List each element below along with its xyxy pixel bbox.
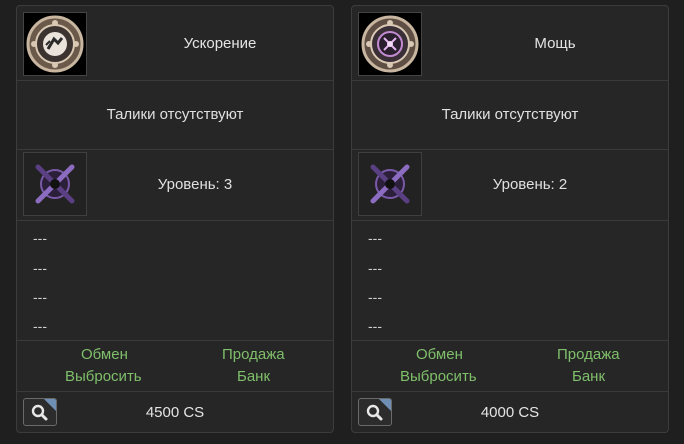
talisman-status: Талики отсутствуют [441, 106, 579, 123]
stat-line: --- [368, 230, 382, 246]
stat-line: --- [33, 289, 47, 305]
skill-name: Ускорение [183, 34, 257, 52]
bank-link[interactable]: Банк [572, 368, 605, 385]
level-text: Уровень: 3 [157, 176, 233, 193]
bank-link[interactable]: Банк [237, 368, 270, 385]
exchange-link[interactable]: Обмен [416, 346, 463, 363]
skill-card-speed: Ускорение Талики отсутствуют Уровень: 3 … [16, 5, 334, 433]
exchange-link[interactable]: Обмен [81, 346, 128, 363]
stats-list: --- --- --- --- [17, 220, 333, 341]
discard-link[interactable]: Выбросить [400, 368, 477, 385]
stat-line: --- [368, 260, 382, 276]
level-text: Уровень: 2 [492, 176, 568, 193]
price-label: 4500 CS [145, 403, 205, 421]
talisman-row: Талики отсутствуют [352, 80, 668, 150]
card-footer: 4500 CS [17, 391, 333, 433]
level-row: Уровень: 2 [352, 149, 668, 221]
skill-name: Мощь [534, 34, 576, 52]
stat-line: --- [33, 230, 47, 246]
power-seal-icon[interactable] [358, 12, 422, 76]
sell-link[interactable]: Продажа [222, 346, 285, 363]
sell-link[interactable]: Продажа [557, 346, 620, 363]
actions-row: Обмен Продажа Выбросить Банк [17, 340, 333, 392]
discard-link[interactable]: Выбросить [65, 368, 142, 385]
stat-line: --- [33, 260, 47, 276]
actions-row: Обмен Продажа Выбросить Банк [352, 340, 668, 392]
stat-line: --- [368, 318, 382, 334]
price-label: 4000 CS [480, 403, 540, 421]
skill-card-power: Мощь Талики отсутствуют Уровень: 2 --- -… [351, 5, 669, 433]
talisman-row: Талики отсутствуют [17, 80, 333, 150]
talisman-status: Талики отсутствуют [106, 106, 244, 123]
card-header: Мощь [352, 6, 668, 81]
level-row: Уровень: 3 [17, 149, 333, 221]
card-header: Ускорение [17, 6, 333, 81]
card-footer: 4000 CS [352, 391, 668, 433]
stat-line: --- [368, 289, 382, 305]
stat-line: --- [33, 318, 47, 334]
stats-list: --- --- --- --- [352, 220, 668, 341]
speed-seal-icon[interactable] [23, 12, 87, 76]
